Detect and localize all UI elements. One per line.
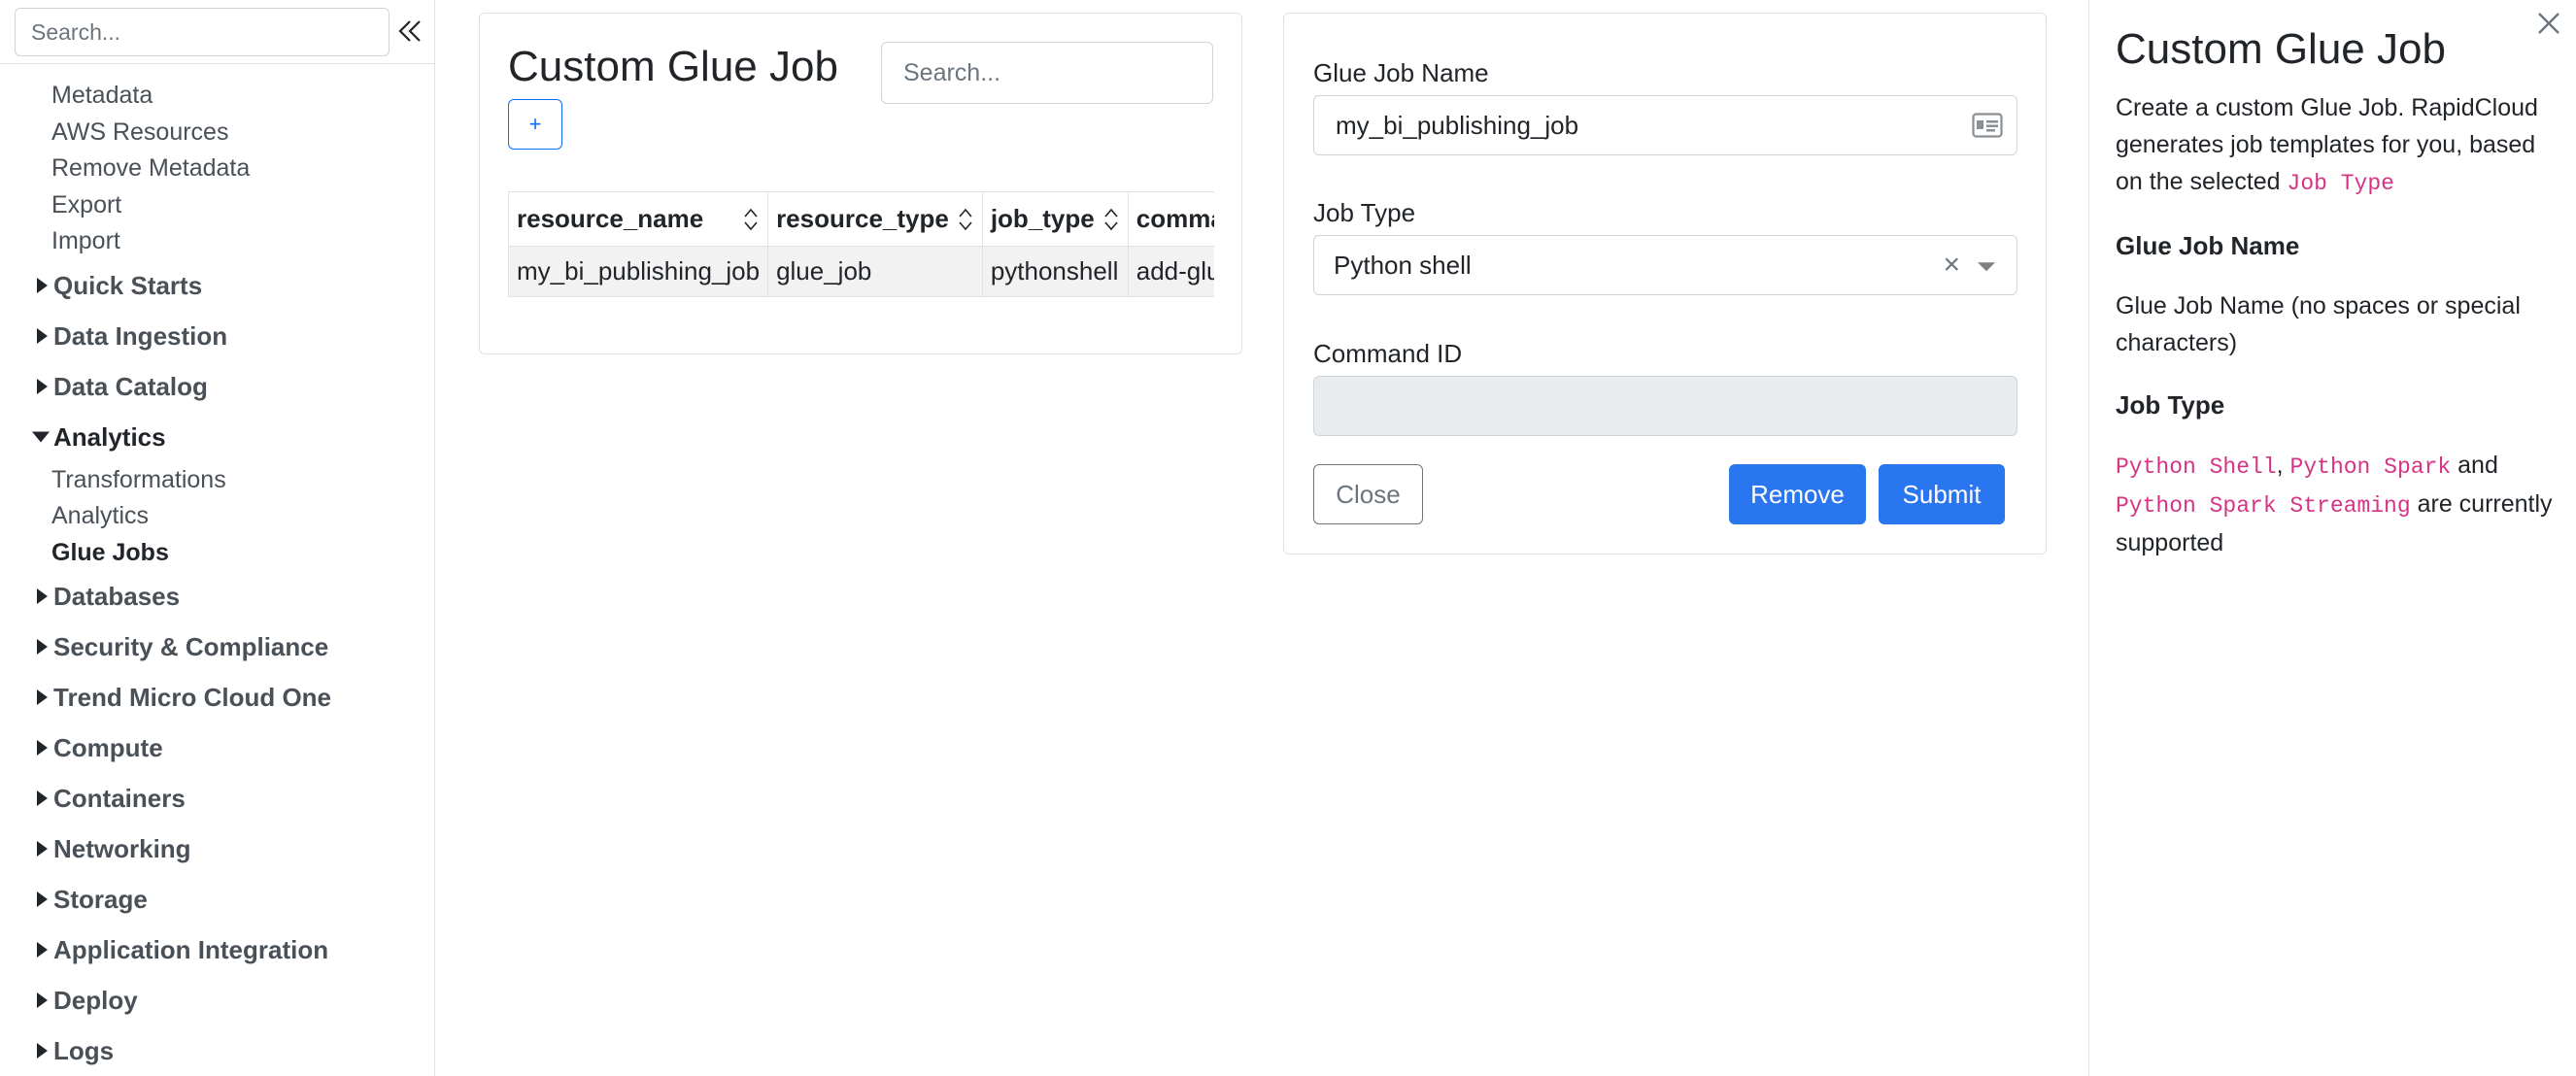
sidebar-group-compute[interactable]: Compute: [0, 723, 435, 773]
caret-right-icon: [37, 327, 48, 344]
table-row[interactable]: my_bi_publishing_job glue_job pythonshel…: [508, 246, 1214, 297]
help-code-python-spark-streaming: Python Spark Streaming: [2116, 493, 2411, 519]
glue-job-name-label: Glue Job Name: [1313, 58, 1489, 87]
help-intro: Create a custom Glue Job. RapidCloud gen…: [2116, 94, 2538, 196]
caret-right-icon: [37, 992, 48, 1008]
table-scroll[interactable]: resource_name resource_type job_type com…: [508, 191, 1214, 312]
caret-down-icon: [32, 431, 50, 442]
caret-right-icon: [37, 790, 48, 806]
column-header-command-id[interactable]: command_id: [1127, 191, 1214, 247]
caret-right-icon: [37, 841, 48, 857]
glue-job-form: Glue Job Name my_bi_publishing_job Job T…: [1283, 13, 2047, 555]
glue-job-name-field[interactable]: my_bi_publishing_job: [1313, 95, 2017, 155]
sidebar-item-export[interactable]: Export: [0, 187, 435, 224]
table-header-row: resource_name resource_type job_type com…: [508, 191, 1214, 247]
resource-table: resource_name resource_type job_type com…: [508, 191, 1214, 297]
cell-resource-name: my_bi_publishing_job: [508, 246, 769, 297]
caret-right-icon: [37, 277, 48, 293]
double-chevron-left-icon: [398, 20, 421, 42]
column-header-resource-name[interactable]: resource_name: [508, 191, 769, 247]
sidebar-group-data-ingestion[interactable]: Data Ingestion: [0, 311, 435, 361]
sidebar-item-metadata[interactable]: Metadata: [0, 78, 435, 115]
sidebar-group-networking[interactable]: Networking: [0, 824, 435, 874]
sidebar-item-transformations[interactable]: Transformations: [0, 462, 435, 499]
sidebar-nav: Metadata AWS Resources Remove Metadata E…: [0, 78, 435, 1076]
caret-right-icon: [37, 1043, 48, 1059]
help-code-python-spark: Python Spark: [2289, 454, 2452, 480]
remove-button[interactable]: Remove: [1729, 464, 1866, 524]
sidebar-group-containers[interactable]: Containers: [0, 773, 435, 824]
caret-right-icon: [37, 740, 48, 756]
sidebar-item-aws-resources[interactable]: AWS Resources: [0, 115, 435, 151]
help-title: Custom Glue Job: [2116, 25, 2446, 73]
column-header-resource-type[interactable]: resource_type: [767, 191, 983, 247]
sidebar-group-databases[interactable]: Databases: [0, 571, 435, 622]
add-button[interactable]: +: [508, 99, 562, 150]
caret-right-icon: [37, 891, 48, 907]
cell-job-type: pythonshell: [981, 246, 1129, 297]
sidebar-group-trend-micro[interactable]: Trend Micro Cloud One: [0, 672, 435, 723]
caret-right-icon: [37, 588, 48, 604]
sidebar-group-storage[interactable]: Storage: [0, 874, 435, 925]
command-id-field[interactable]: [1313, 376, 2017, 436]
caret-right-icon: [37, 639, 48, 655]
chevron-down-icon[interactable]: [1978, 262, 1995, 272]
close-icon[interactable]: [2529, 4, 2568, 43]
sidebar-group-logs[interactable]: Logs: [0, 1026, 435, 1076]
column-header-job-type[interactable]: job_type: [981, 191, 1129, 247]
help-heading-name: Glue Job Name: [2116, 231, 2300, 260]
help-type-desc: Python Shell, Python Spark and Python Sp…: [2116, 452, 2553, 556]
id-card-icon: [1972, 113, 2003, 138]
cell-resource-type: glue_job: [767, 246, 983, 297]
help-heading-type: Job Type: [2116, 390, 2225, 420]
help-code-job-type: Job Type: [2287, 171, 2394, 196]
sidebar-search-row: [0, 0, 435, 64]
command-id-label: Command ID: [1313, 339, 1463, 368]
page-title: Custom Glue Job: [508, 43, 838, 90]
help-body: Create a custom Glue Job. RapidCloud gen…: [2116, 89, 2562, 561]
collapse-sidebar-button[interactable]: [392, 14, 427, 49]
caret-right-icon: [37, 942, 48, 958]
sidebar-item-glue-jobs[interactable]: Glue Jobs: [0, 535, 435, 572]
sort-icon: [1104, 208, 1118, 230]
submit-button[interactable]: Submit: [1879, 464, 2005, 524]
job-type-label: Job Type: [1313, 198, 1416, 227]
sidebar-item-remove-metadata[interactable]: Remove Metadata: [0, 151, 435, 187]
job-type-select[interactable]: Python shell ×: [1313, 235, 2017, 295]
help-code-python-shell: Python Shell: [2116, 454, 2277, 480]
sidebar-group-application-integration[interactable]: Application Integration: [0, 925, 435, 975]
sidebar-search-input[interactable]: [15, 8, 390, 56]
cell-command-id: add-glue-job: [1127, 246, 1214, 297]
sort-icon: [959, 208, 972, 230]
clear-icon[interactable]: ×: [1943, 251, 1960, 280]
sidebar-group-data-catalog[interactable]: Data Catalog: [0, 361, 435, 412]
sidebar-group-security-compliance[interactable]: Security & Compliance: [0, 622, 435, 672]
sidebar-group-deploy[interactable]: Deploy: [0, 975, 435, 1026]
job-type-selected-value: Python shell: [1334, 250, 1472, 280]
sidebar-item-analytics[interactable]: Analytics: [0, 498, 435, 535]
help-panel: Custom Glue Job Create a custom Glue Job…: [2088, 0, 2576, 1076]
sidebar-group-analytics[interactable]: Analytics: [0, 412, 435, 462]
close-button[interactable]: Close: [1313, 464, 1423, 524]
sidebar: Metadata AWS Resources Remove Metadata E…: [0, 0, 435, 1076]
glue-job-name-value: my_bi_publishing_job: [1336, 110, 1579, 140]
caret-right-icon: [37, 378, 48, 394]
sort-icon: [744, 208, 758, 230]
table-search-input[interactable]: [881, 42, 1213, 104]
resource-table-card: Custom Glue Job + resource_name resource…: [479, 13, 1242, 354]
help-name-desc: Glue Job Name (no spaces or special char…: [2116, 292, 2521, 356]
sidebar-group-quick-starts[interactable]: Quick Starts: [0, 260, 435, 311]
sidebar-item-import[interactable]: Import: [0, 223, 435, 260]
caret-right-icon: [37, 689, 48, 705]
